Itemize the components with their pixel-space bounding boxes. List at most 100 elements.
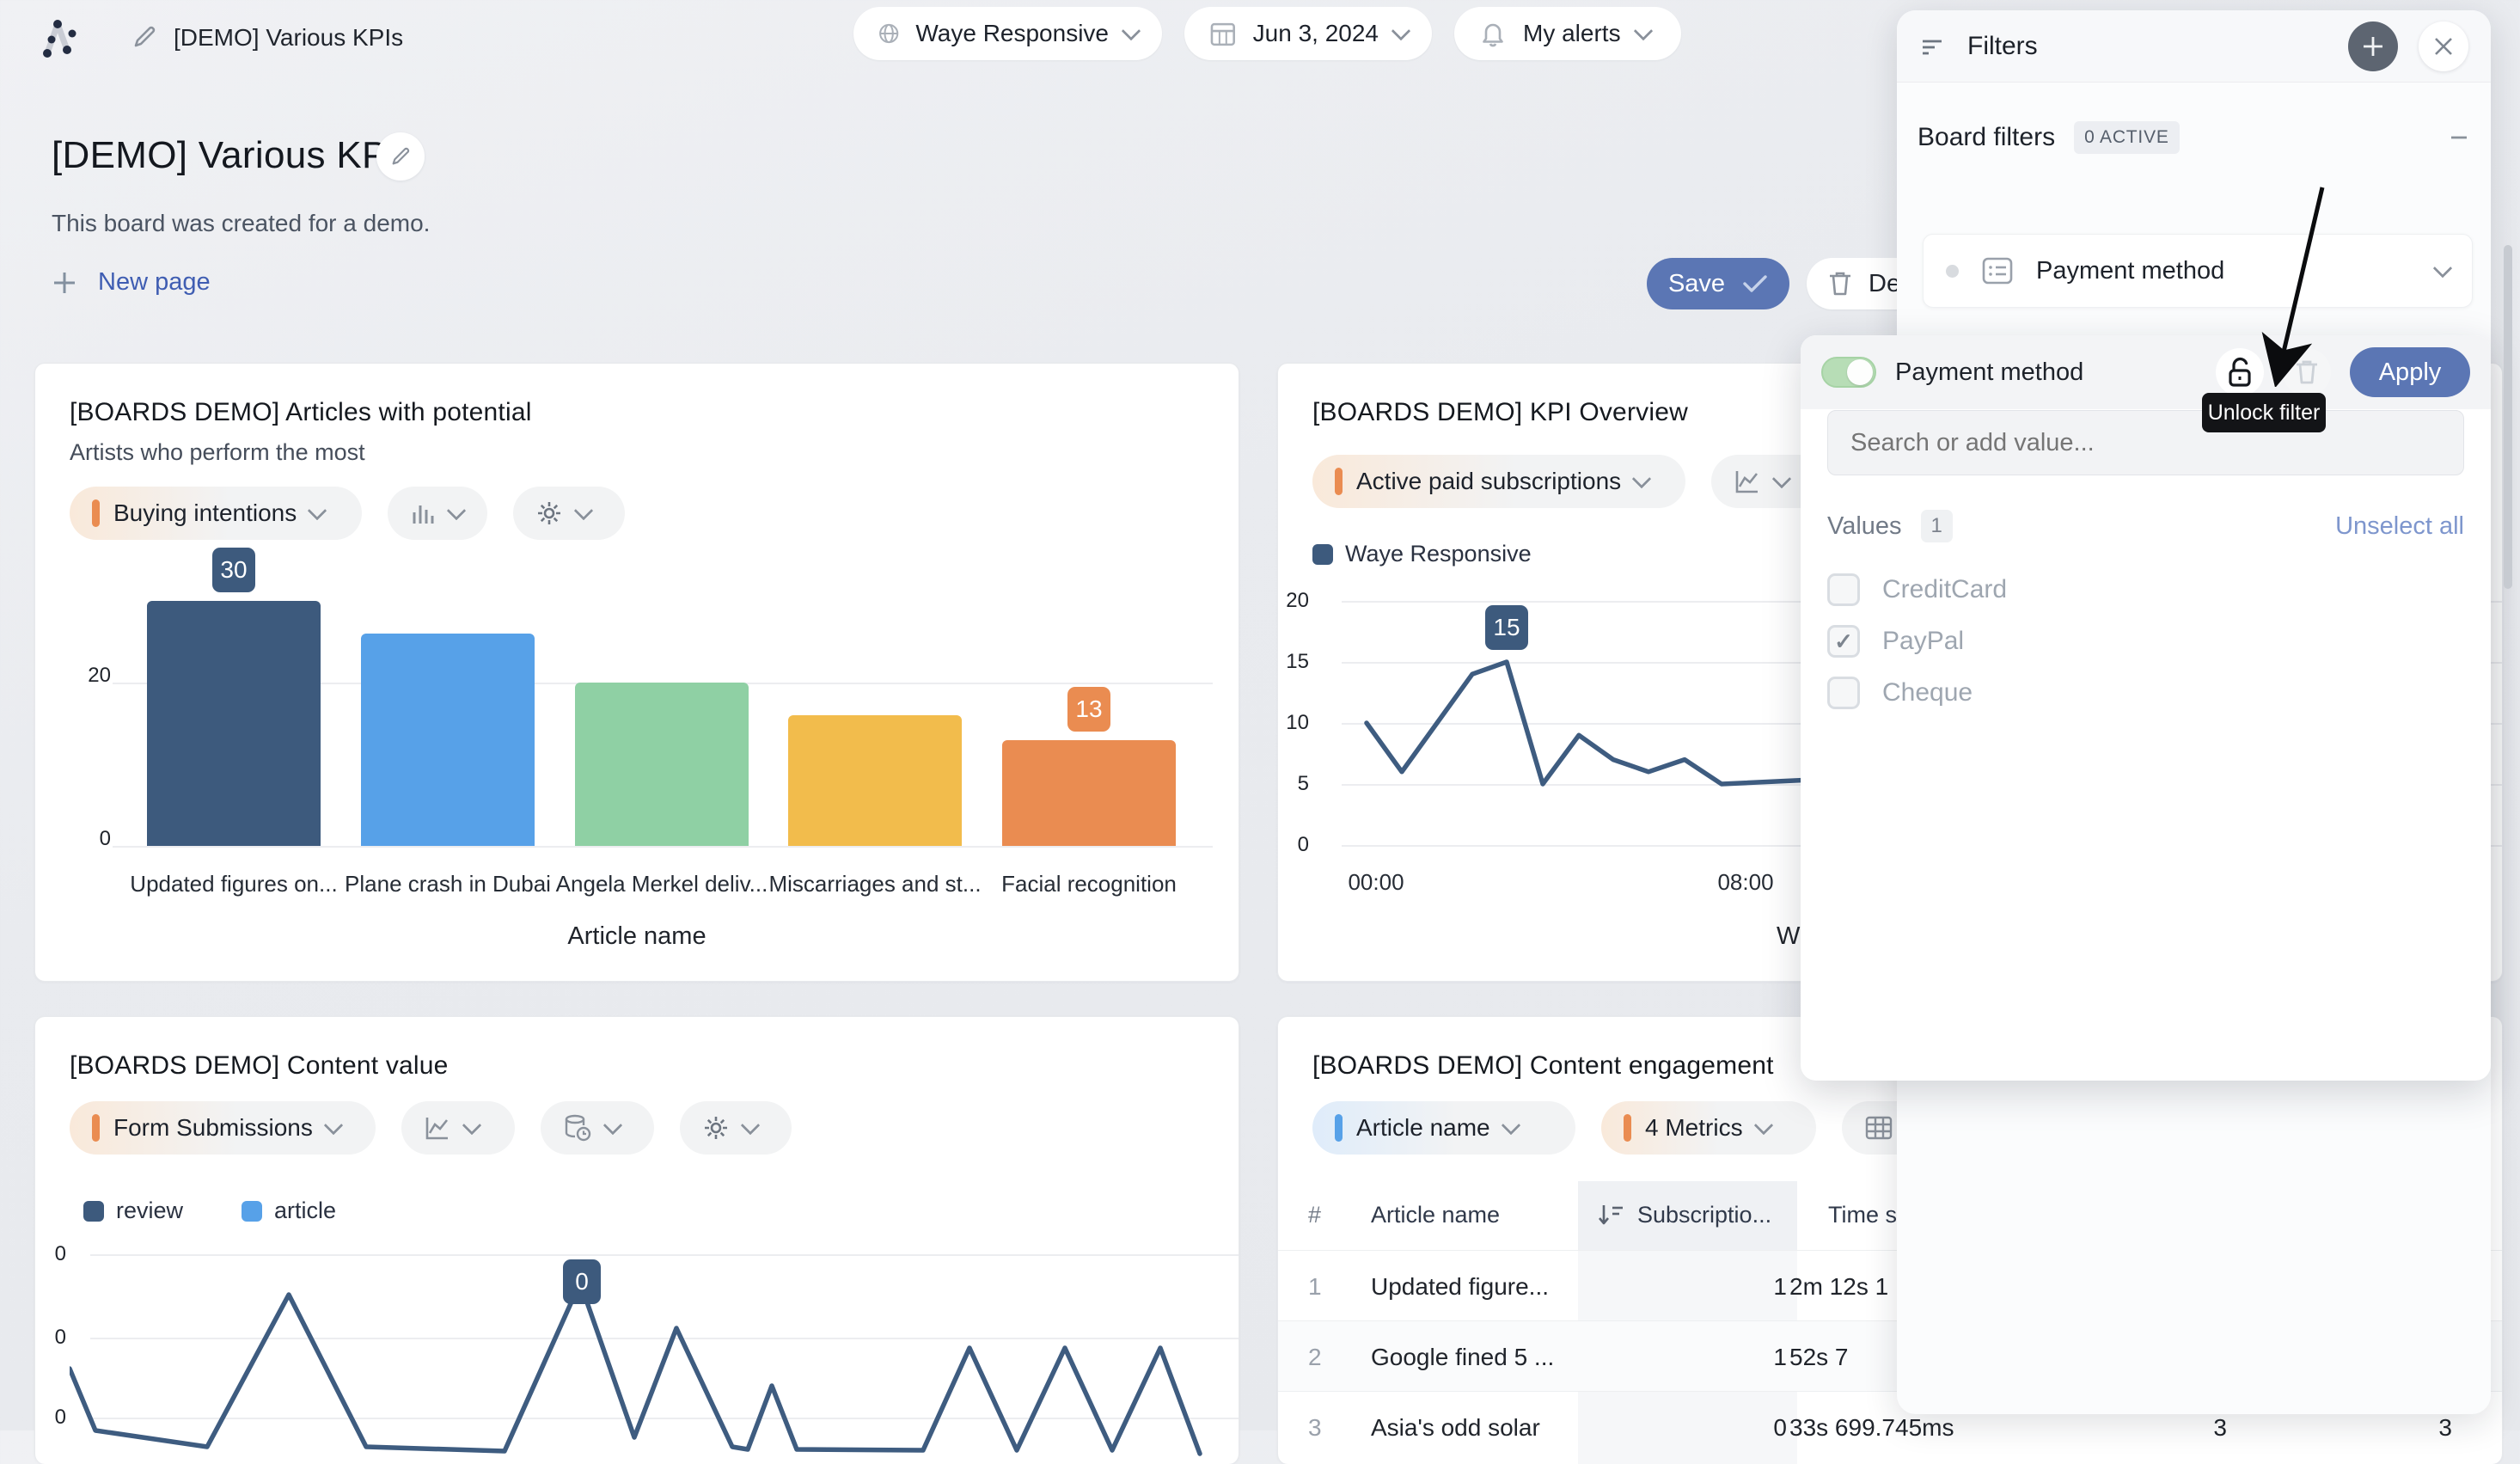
- scrollbar-thumb[interactable]: [2504, 245, 2512, 589]
- subscriptions-cell: 0: [1639, 1414, 1787, 1442]
- y-axis-tick: 20: [1257, 589, 1309, 613]
- check-icon: [1742, 273, 1768, 294]
- metric-cell: 3: [2361, 1414, 2452, 1442]
- gridline: [113, 846, 1213, 848]
- y-axis-tick: 5: [1257, 772, 1309, 796]
- article-name-cell: Updated figure...: [1371, 1273, 1549, 1301]
- filter-editor-header: Payment method Apply: [1801, 335, 2491, 409]
- kpi-chart-xlabel: W: [1777, 922, 1800, 951]
- dashboard-app: [DEMO] Various KPIs Waye Responsive Jun …: [0, 0, 2520, 1430]
- bar-category-label: Angela Merkel deliv...: [556, 871, 768, 897]
- metric-cell: 3: [2138, 1414, 2227, 1442]
- filter-enabled-toggle[interactable]: [1821, 357, 1876, 388]
- article-name-cell: Asia's odd solar: [1371, 1414, 1540, 1442]
- filter-lines-icon: [1919, 34, 1947, 59]
- filters-panel-header: Filters: [1897, 10, 2491, 83]
- row-index: 1: [1308, 1273, 1322, 1301]
- annotation-arrow: [2235, 172, 2355, 387]
- plus-icon: [52, 270, 77, 296]
- checkbox-unchecked-icon[interactable]: [1827, 573, 1860, 606]
- bar-2[interactable]: [575, 683, 749, 846]
- filter-option-label: CreditCard: [1882, 575, 2007, 604]
- page-title: [DEMO] Various KPIs: [52, 134, 417, 177]
- topbar-board-title: [DEMO] Various KPIs: [174, 24, 403, 52]
- y-axis-tick: 20: [59, 664, 111, 688]
- subscriptions-cell: 1: [1639, 1273, 1787, 1301]
- new-page-button[interactable]: New page: [52, 268, 211, 297]
- page-subtitle: This board was created for a demo.: [52, 210, 430, 237]
- bar-category-label: Plane crash in Dubai: [345, 871, 551, 897]
- chevron-down-icon: [1122, 21, 1141, 41]
- card-articles-with-potential: [BOARDS DEMO] Articles with potential Ar…: [34, 363, 1239, 982]
- new-page-label: New page: [98, 268, 211, 297]
- row-index: 3: [1308, 1414, 1322, 1442]
- unselect-all-link[interactable]: Unselect all: [2335, 512, 2464, 541]
- app-logo-icon[interactable]: [38, 14, 84, 60]
- filter-editor-card: Payment method Apply: [1801, 335, 2491, 1081]
- bar-1[interactable]: [361, 634, 535, 846]
- filter-select[interactable]: Payment method: [1923, 234, 2473, 308]
- trash-icon: [1827, 270, 1853, 297]
- time-spent-cell: 52s 7: [1789, 1344, 1849, 1371]
- y-axis-tick: 10: [1257, 711, 1309, 735]
- save-label: Save: [1668, 270, 1725, 298]
- close-icon: [2432, 35, 2455, 58]
- article-name-cell: Google fined 5 ...: [1371, 1344, 1554, 1371]
- bar-category-label: Facial recognition: [1001, 871, 1177, 897]
- filter-option[interactable]: CreditCard: [1827, 564, 2464, 616]
- values-header-row: Values 1 Unselect all: [1827, 510, 2464, 542]
- bell-icon: [1478, 19, 1508, 48]
- scrollbar-track[interactable]: [2503, 0, 2513, 1430]
- list-icon: [1981, 256, 2014, 285]
- bar-0[interactable]: [147, 601, 321, 846]
- filter-toggle-label: Payment method: [1895, 358, 2083, 387]
- filter-option-label: Cheque: [1882, 678, 1973, 707]
- row-index: 2: [1308, 1344, 1322, 1371]
- filter-option[interactable]: ✓ PayPal: [1827, 616, 2464, 667]
- filter-status-dot: [1946, 265, 1959, 278]
- calendar-icon: [1208, 19, 1238, 48]
- checkbox-checked-icon[interactable]: ✓: [1827, 625, 1860, 658]
- edit-page-title-button[interactable]: [376, 132, 425, 181]
- chevron-down-icon: [1633, 21, 1653, 41]
- filter-search-input[interactable]: [1827, 410, 2464, 475]
- globe-icon: [878, 19, 900, 48]
- filter-option-label: PayPal: [1882, 627, 1964, 656]
- content-value-line-chart: [70, 1234, 1204, 1464]
- time-spent-cell: 33s 699.745ms: [1789, 1414, 1954, 1442]
- y-axis-tick: 0: [23, 1326, 66, 1350]
- bar-3[interactable]: [788, 715, 962, 846]
- x-axis-tick: 08:00: [1717, 869, 1773, 896]
- bar-value-label: 13: [1067, 687, 1110, 732]
- board-filters-section-header[interactable]: Board filters 0 ACTIVE: [1918, 115, 2470, 160]
- bar-value-label: 30: [212, 548, 255, 592]
- data-point-label: 0: [563, 1259, 601, 1304]
- y-axis-tick: 0: [23, 1242, 66, 1266]
- y-axis-tick: 15: [1257, 650, 1309, 674]
- subscriptions-cell: 1: [1639, 1344, 1787, 1371]
- add-filter-button[interactable]: [2348, 21, 2398, 71]
- date-picker[interactable]: Jun 3, 2024: [1184, 7, 1432, 60]
- plus-icon: [2361, 34, 2385, 58]
- tooltip-label: Unlock filter: [2208, 401, 2321, 426]
- time-spent-cell: 2m 12s 1: [1789, 1273, 1888, 1301]
- apply-filter-button[interactable]: Apply: [2350, 347, 2470, 397]
- checkbox-unchecked-icon[interactable]: [1827, 677, 1860, 709]
- values-label: Values: [1827, 512, 1902, 541]
- apply-label: Apply: [2379, 358, 2442, 387]
- bar-4[interactable]: [1002, 740, 1176, 847]
- data-point-label: 15: [1485, 605, 1528, 650]
- chevron-down-icon: [2433, 259, 2453, 279]
- save-button[interactable]: Save: [1647, 258, 1789, 309]
- x-axis-tick: 00:00: [1348, 869, 1404, 896]
- collapse-section-icon[interactable]: [2448, 126, 2470, 149]
- workspace-selector[interactable]: Waye Responsive: [853, 7, 1162, 60]
- y-axis-tick: 0: [1257, 833, 1309, 857]
- active-count-badge: 0 ACTIVE: [2074, 121, 2180, 154]
- filter-select-label: Payment method: [2036, 257, 2224, 285]
- delete-label: De: [1869, 270, 1900, 298]
- alerts-menu[interactable]: My alerts: [1454, 7, 1681, 60]
- filter-option[interactable]: Cheque: [1827, 667, 2464, 719]
- close-panel-button[interactable]: [2419, 21, 2468, 71]
- edit-board-title-icon[interactable]: [129, 21, 160, 52]
